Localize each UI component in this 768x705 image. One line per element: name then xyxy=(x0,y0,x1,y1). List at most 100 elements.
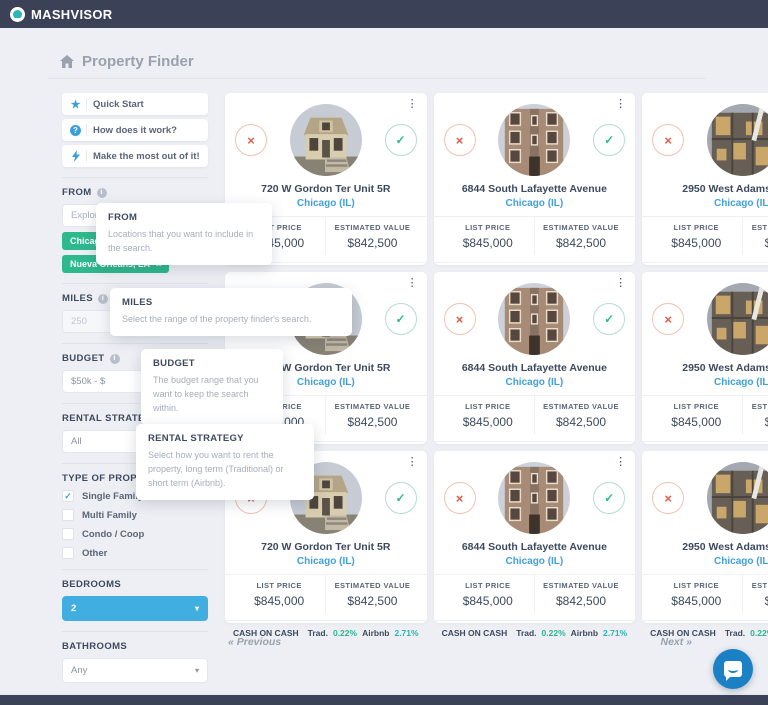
list-price-value: $845,000 xyxy=(650,415,742,429)
checkbox-icon[interactable]: ✓ xyxy=(62,528,74,540)
cash-on-cash-label: CASH ON CASH xyxy=(442,628,508,638)
accept-property-button[interactable]: ✓ xyxy=(385,303,417,335)
estimated-value-label: ESTIMATED VALUE xyxy=(743,223,768,232)
property-address: 720 W Gordon Ter Unit 5R xyxy=(233,541,419,553)
accept-property-button[interactable]: ✓ xyxy=(385,482,417,514)
checkbox-icon[interactable]: ✓ xyxy=(62,509,74,521)
airbnb-percent: 2.71% xyxy=(394,628,418,638)
list-price-value: $845,000 xyxy=(442,415,534,429)
divider xyxy=(62,177,208,178)
property-address: 6844 South Lafayette Avenue xyxy=(442,183,628,195)
list-price-value: $845,000 xyxy=(650,594,742,608)
checkbox-other[interactable]: ✓ Other xyxy=(62,547,208,559)
list-price-label: LIST PRICE xyxy=(442,402,534,411)
reject-property-button[interactable]: × xyxy=(235,124,267,156)
chat-launcher-button[interactable] xyxy=(713,649,753,689)
tooltip-miles: MILES Select the range of the property f… xyxy=(110,288,352,336)
question-icon: ? xyxy=(69,125,82,136)
reject-property-button[interactable]: × xyxy=(444,124,476,156)
accept-property-button[interactable]: ✓ xyxy=(385,124,417,156)
header-divider xyxy=(48,78,706,79)
list-price-label: LIST PRICE xyxy=(233,581,325,590)
property-city-link[interactable]: Chicago (IL) xyxy=(650,377,768,388)
estimated-value-label: ESTIMATED VALUE xyxy=(326,581,418,590)
divider xyxy=(62,283,208,284)
kebab-menu-icon[interactable]: ⋮ xyxy=(612,97,629,112)
reject-property-button[interactable]: × xyxy=(444,303,476,335)
bedrooms-select[interactable]: 2 ▾ xyxy=(62,596,208,621)
estimated-value: $842,500 xyxy=(743,594,768,608)
kebab-menu-icon[interactable]: ⋮ xyxy=(404,276,421,291)
reject-property-button[interactable]: × xyxy=(652,124,684,156)
trad-label: Trad. xyxy=(516,628,536,638)
list-price-value: $845,000 xyxy=(650,236,742,250)
airbnb-label: Airbnb xyxy=(571,628,598,638)
info-icon[interactable]: i xyxy=(97,188,107,198)
reject-property-button[interactable]: × xyxy=(444,482,476,514)
star-icon: ★ xyxy=(69,98,82,111)
property-photo xyxy=(707,462,768,534)
accept-property-button[interactable]: ✓ xyxy=(593,303,625,335)
estimated-value: $842,500 xyxy=(743,415,768,429)
home-icon xyxy=(60,55,74,68)
property-city-link[interactable]: Chicago (IL) xyxy=(442,198,628,209)
property-card[interactable]: ⋮ × xyxy=(642,272,768,444)
reject-property-button[interactable]: × xyxy=(652,303,684,335)
kebab-menu-icon[interactable]: ⋮ xyxy=(404,455,421,470)
kebab-menu-icon[interactable]: ⋮ xyxy=(612,276,629,291)
property-card[interactable]: ⋮ × ✓ xyxy=(434,272,636,444)
estimated-value: $842,500 xyxy=(743,236,768,250)
info-icon[interactable]: i xyxy=(98,294,108,304)
trad-percent: 0.22% xyxy=(542,628,566,638)
tooltip-budget: BUDGET The budget range that you want to… xyxy=(141,349,283,425)
estimated-value: $842,500 xyxy=(326,594,418,608)
trad-label: Trad. xyxy=(725,628,745,638)
chevron-down-icon: ▾ xyxy=(195,666,199,675)
quick-start-button[interactable]: ★ Quick Start xyxy=(62,93,208,115)
checkbox-multi-family[interactable]: ✓ Multi Family xyxy=(62,509,208,521)
property-city-link[interactable]: Chicago (IL) xyxy=(233,556,419,567)
property-address: 6844 South Lafayette Avenue xyxy=(442,362,628,374)
property-card[interactable]: ⋮ × xyxy=(642,451,768,623)
property-card[interactable]: ⋮ × ✓ xyxy=(434,451,636,623)
cash-on-cash-label: CASH ON CASH xyxy=(650,628,716,638)
bathrooms-select[interactable]: Any ▾ xyxy=(62,658,208,683)
estimated-value-label: ESTIMATED VALUE xyxy=(535,223,627,232)
accept-property-button[interactable]: ✓ xyxy=(593,124,625,156)
list-price-label: LIST PRICE xyxy=(650,402,742,411)
estimated-value-label: ESTIMATED VALUE xyxy=(743,402,768,411)
make-most-button[interactable]: Make the most out of it! xyxy=(62,145,208,167)
property-finder-page: MASHVISOR Property Finder ★ Quick Start … xyxy=(0,0,768,705)
list-price-value: $845,000 xyxy=(442,236,534,250)
kebab-menu-icon[interactable]: ⋮ xyxy=(612,455,629,470)
property-card[interactable]: ⋮ × ✓ xyxy=(434,93,636,265)
property-city-link[interactable]: Chicago (IL) xyxy=(442,377,628,388)
airbnb-percent: 2.71% xyxy=(603,628,627,638)
how-does-it-work-button[interactable]: ? How does it work? xyxy=(62,119,208,141)
property-photo xyxy=(707,104,768,176)
bathrooms-section-label: BATHROOMS xyxy=(62,641,208,652)
reject-property-button[interactable]: × xyxy=(652,482,684,514)
checkbox-icon[interactable]: ✓ xyxy=(62,490,74,502)
property-city-link[interactable]: Chicago (IL) xyxy=(650,198,768,209)
property-card[interactable]: ⋮ × xyxy=(642,93,768,265)
bolt-icon xyxy=(69,150,82,162)
property-city-link[interactable]: Chicago (IL) xyxy=(650,556,768,567)
brand-name: MASHVISOR xyxy=(31,7,112,22)
airbnb-label: Airbnb xyxy=(362,628,389,638)
tooltip-rental-strategy: RENTAL STRATEGY Select how you want to r… xyxy=(136,424,314,500)
divider xyxy=(62,343,208,344)
kebab-menu-icon[interactable]: ⋮ xyxy=(404,97,421,112)
property-photo xyxy=(498,104,570,176)
property-city-link[interactable]: Chicago (IL) xyxy=(442,556,628,567)
divider xyxy=(62,631,208,632)
mashvisor-logo[interactable]: MASHVISOR xyxy=(10,7,112,22)
checkbox-icon[interactable]: ✓ xyxy=(62,547,74,559)
divider xyxy=(62,569,208,570)
footer-bar xyxy=(0,693,768,705)
page-header: Property Finder xyxy=(60,53,194,70)
estimated-value: $842,500 xyxy=(535,415,627,429)
info-icon[interactable]: i xyxy=(110,354,120,364)
accept-property-button[interactable]: ✓ xyxy=(593,482,625,514)
checkbox-condo-coop[interactable]: ✓ Condo / Coop xyxy=(62,528,208,540)
